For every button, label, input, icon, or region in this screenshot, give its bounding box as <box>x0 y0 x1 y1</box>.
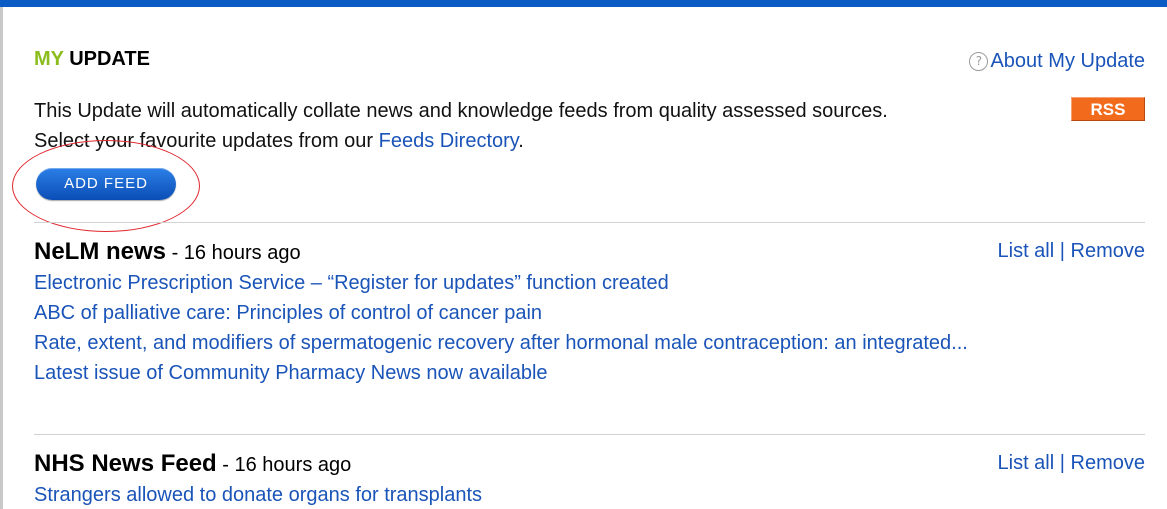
feed-nhs-news: NHS News Feed - 16 hours ago List all | … <box>34 450 1145 509</box>
list-all-link[interactable]: List all <box>998 452 1055 474</box>
rss-button[interactable]: RSS <box>1071 97 1145 121</box>
left-border <box>0 7 3 509</box>
panel-title: MY UPDATE <box>34 48 150 71</box>
feed-item[interactable]: Latest issue of Community Pharmacy News … <box>34 358 1145 388</box>
feed-items: Electronic Prescription Service – “Regis… <box>34 268 1145 388</box>
top-accent-bar <box>0 0 1167 7</box>
feed-items: Strangers allowed to donate organs for t… <box>34 480 1145 509</box>
feed-actions: List all | Remove <box>998 240 1146 263</box>
feed-item[interactable]: Strangers allowed to donate organs for t… <box>34 480 1145 509</box>
divider-1 <box>34 222 1145 223</box>
feed-name: NHS News Feed <box>34 450 217 477</box>
my-update-panel: MY UPDATE ? About My Update RSS This Upd… <box>0 0 1167 509</box>
feed-nelm-news: NeLM news - 16 hours ago List all | Remo… <box>34 238 1145 388</box>
title-my: MY <box>34 48 64 70</box>
about-label: About My Update <box>990 50 1145 72</box>
intro-text: This Update will automatically collate n… <box>34 96 934 156</box>
annotation-circle <box>12 140 200 232</box>
intro-text-after: . <box>518 130 524 152</box>
remove-link[interactable]: Remove <box>1071 240 1145 262</box>
feed-item[interactable]: Electronic Prescription Service – “Regis… <box>34 268 1145 298</box>
title-update: UPDATE <box>63 48 150 70</box>
question-circle-icon: ? <box>969 52 989 71</box>
feed-title: NHS News Feed - 16 hours ago <box>34 450 351 478</box>
feed-title: NeLM news - 16 hours ago <box>34 238 301 266</box>
feed-item[interactable]: ABC of palliative care: Principles of co… <box>34 298 1145 328</box>
remove-link[interactable]: Remove <box>1071 452 1145 474</box>
action-separator: | <box>1054 240 1071 262</box>
feed-time: - 16 hours ago <box>166 242 301 264</box>
feed-name: NeLM news <box>34 238 167 265</box>
feed-actions: List all | Remove <box>998 452 1146 475</box>
feed-time: - 16 hours ago <box>216 454 352 476</box>
divider-2 <box>34 434 1145 435</box>
feeds-directory-link[interactable]: Feeds Directory <box>379 130 519 152</box>
action-separator: | <box>1054 452 1071 474</box>
feed-item[interactable]: Rate, extent, and modifiers of spermatog… <box>34 328 1145 358</box>
about-my-update-link[interactable]: ? About My Update <box>969 50 1145 73</box>
list-all-link[interactable]: List all <box>998 240 1055 262</box>
